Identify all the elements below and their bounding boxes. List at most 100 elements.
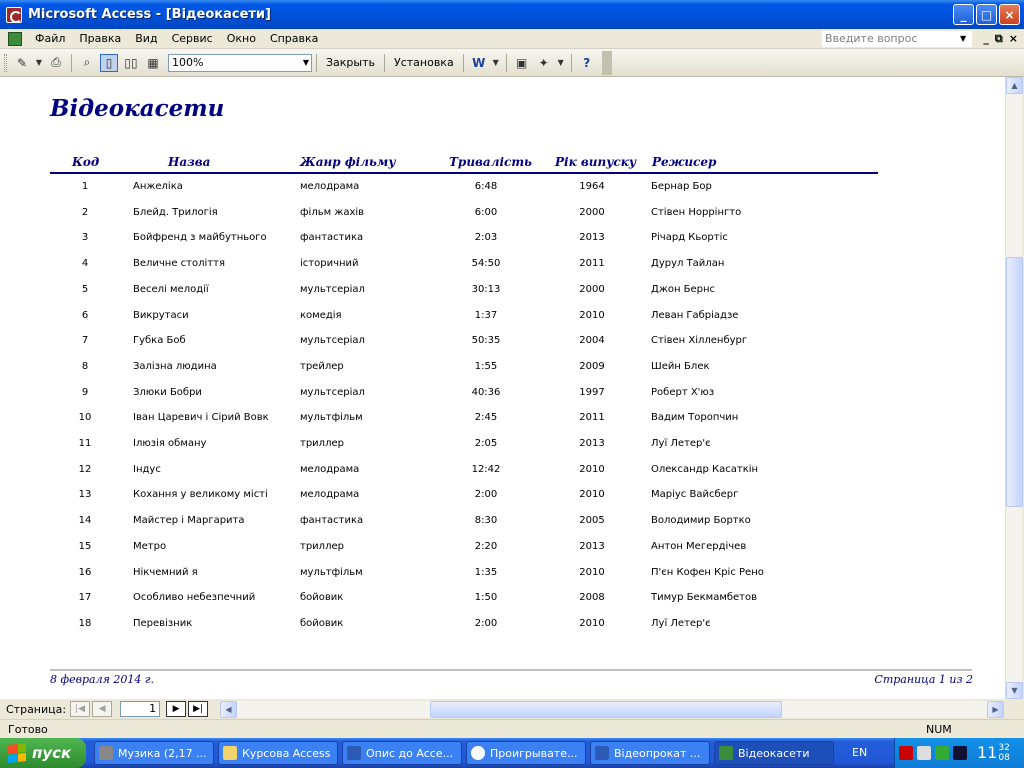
- task-videocassettes[interactable]: Відеокасети: [714, 741, 834, 765]
- report-window-icon[interactable]: [8, 31, 22, 46]
- minimize-button[interactable]: _: [953, 4, 974, 25]
- database-window-icon[interactable]: ▣: [513, 54, 531, 72]
- ask-dropdown-icon[interactable]: ▼: [960, 34, 966, 43]
- page-number-input[interactable]: 1: [120, 701, 161, 717]
- close-preview-button[interactable]: Закрыть: [321, 56, 380, 69]
- print-icon[interactable]: ⎙: [47, 54, 65, 72]
- menu-tools[interactable]: Сервис: [165, 32, 220, 45]
- access-app-icon[interactable]: [6, 6, 22, 23]
- task-label: Відеокасети: [738, 746, 810, 760]
- language-indicator[interactable]: EN: [852, 746, 867, 759]
- cell-genre: фантастика: [300, 232, 364, 244]
- office-links-word-icon[interactable]: W: [470, 54, 488, 72]
- dropdown-arrow-icon[interactable]: ▼: [557, 54, 565, 72]
- cell-genre: мелодрама: [300, 463, 360, 475]
- scroll-up-icon[interactable]: ▲: [1006, 77, 1023, 94]
- dropdown-arrow-icon[interactable]: ▼: [492, 54, 500, 72]
- cell-code: 11: [78, 438, 92, 449]
- previous-page-icon[interactable]: ◀: [92, 701, 113, 717]
- design-view-icon[interactable]: ✎: [13, 54, 31, 72]
- horizontal-scrollbar[interactable]: ◀ ▶: [220, 701, 1004, 718]
- graphics-icon[interactable]: [935, 746, 949, 760]
- mdi-minimize-button[interactable]: _: [983, 32, 989, 46]
- start-button[interactable]: пуск: [0, 738, 86, 768]
- next-page-icon[interactable]: ▶: [166, 701, 187, 717]
- cell-director: Дурул Тайлан: [651, 258, 725, 270]
- toolbar-grip[interactable]: [4, 53, 7, 72]
- task-video-rental[interactable]: Відеопрокат ...: [590, 741, 710, 765]
- table-row: 12 Індус мелодрама 12:42 2010 Олександр Касат…: [0, 461, 1000, 481]
- cell-duration: 30:13: [471, 283, 501, 295]
- cell-director: Володимир Бортко: [651, 515, 751, 527]
- cell-name: Ілюзія обману: [133, 438, 207, 449]
- cell-code: 17: [78, 592, 92, 604]
- ask-question-input[interactable]: Введите вопрос: [822, 31, 972, 47]
- horizontal-scroll-thumb[interactable]: [430, 701, 782, 718]
- menu-edit[interactable]: Правка: [72, 32, 128, 45]
- zoom-select[interactable]: 100% ▼: [168, 53, 312, 72]
- cell-year: 2010: [579, 566, 605, 578]
- cell-code: 6: [81, 309, 89, 321]
- tray-app-icon[interactable]: [953, 746, 967, 760]
- menu-file[interactable]: Файл: [28, 32, 72, 45]
- two-pages-icon[interactable]: ▯▯: [122, 54, 140, 72]
- last-page-icon[interactable]: ▶|: [188, 701, 209, 717]
- cell-year: 1997: [579, 386, 605, 398]
- menu-help[interactable]: Справка: [263, 32, 325, 45]
- mdi-close-button[interactable]: ×: [1009, 32, 1018, 46]
- cell-name: Викрутаси: [133, 309, 189, 321]
- network-icon[interactable]: [899, 746, 913, 760]
- cell-genre: бойовик: [300, 592, 344, 604]
- cell-code: 7: [81, 335, 89, 347]
- maximize-button[interactable]: □: [976, 4, 997, 25]
- toolbar-separator: [316, 53, 317, 72]
- cell-year: 2013: [579, 540, 605, 552]
- multiple-pages-icon[interactable]: ▦: [144, 54, 162, 72]
- dropdown-arrow-icon[interactable]: ▼: [35, 54, 43, 72]
- scroll-left-icon[interactable]: ◀: [220, 701, 237, 718]
- column-header-year: Рік випуску: [555, 155, 636, 169]
- task-word-document[interactable]: Опис до Acce...: [342, 741, 462, 765]
- cell-genre: мультфільм: [300, 566, 363, 578]
- cell-director: Луї Летер'є: [651, 438, 711, 449]
- menu-view[interactable]: Вид: [128, 32, 164, 45]
- table-row: 16 Нікчемний я мультфільм 1:35 2010 П'єн Кофе…: [0, 564, 1000, 584]
- clock[interactable]: 1132 08: [977, 743, 1010, 763]
- scroll-down-icon[interactable]: ▼: [1006, 682, 1023, 699]
- first-page-icon[interactable]: |◀: [70, 701, 91, 717]
- cell-genre: мультсеріал: [300, 335, 365, 347]
- toolbar-options-icon[interactable]: [601, 50, 612, 75]
- one-page-icon[interactable]: ▯: [100, 53, 118, 72]
- help-icon[interactable]: ?: [578, 54, 596, 72]
- close-button[interactable]: ×: [999, 4, 1020, 25]
- cell-year: 2010: [579, 617, 605, 629]
- scroll-right-icon[interactable]: ▶: [987, 701, 1004, 718]
- report-title: Відеокасети: [50, 95, 225, 122]
- start-label: пуск: [32, 744, 72, 762]
- task-music[interactable]: Музика (2,17 ...: [94, 741, 214, 765]
- status-text: Готово: [8, 723, 48, 736]
- cell-code: 5: [81, 283, 89, 295]
- num-lock-indicator: NUM: [926, 723, 952, 736]
- page-navigation: Страница: |◀ ◀ 1 ▶ ▶| ◀ ▶: [0, 699, 1024, 719]
- table-row: 13 Кохання у великому місті мелодрама 2:00 2…: [0, 486, 1000, 506]
- zoom-dropdown-icon[interactable]: ▼: [303, 55, 309, 71]
- report-preview[interactable]: Відеокасети Код Назва Жанр фільму Тривал…: [0, 77, 1005, 699]
- vertical-scrollbar[interactable]: ▲ ▼: [1005, 77, 1023, 699]
- table-row: 10 Іван Царевич і Сірий Вовк мультфільм 2:4…: [0, 409, 1000, 429]
- mdi-restore-button[interactable]: ⧉: [995, 32, 1003, 46]
- page-setup-button[interactable]: Установка: [389, 56, 459, 69]
- cell-genre: мелодрама: [300, 489, 360, 501]
- new-object-icon[interactable]: ✦: [535, 54, 553, 72]
- volume-icon[interactable]: [917, 746, 931, 760]
- task-label: Музика (2,17 ...: [118, 746, 207, 760]
- vertical-scroll-thumb[interactable]: [1006, 257, 1023, 507]
- cell-duration: 1:55: [474, 360, 498, 372]
- table-row: 14 Майстер і Маргарита фантастика 8:30 2005 В…: [0, 512, 1000, 532]
- menu-window[interactable]: Окно: [220, 32, 263, 45]
- task-media-player[interactable]: Проигрывате...: [466, 741, 586, 765]
- title-bar[interactable]: Microsoft Access - [Відеокасети] _ □ ×: [0, 0, 1024, 29]
- zoom-magnifier-icon[interactable]: ⌕: [78, 54, 96, 72]
- cell-code: 2: [81, 206, 89, 218]
- task-coursework-folder[interactable]: Курсова Access: [218, 741, 338, 765]
